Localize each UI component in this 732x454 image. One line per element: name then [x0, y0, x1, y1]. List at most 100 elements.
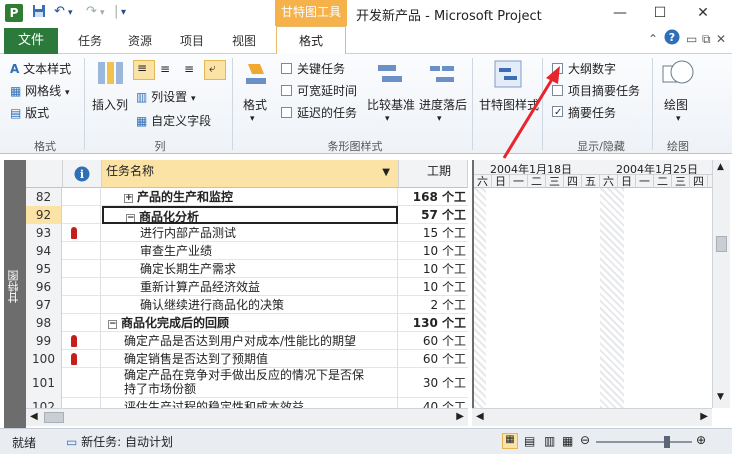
scrollbar-thumb[interactable] [44, 412, 64, 423]
row-number[interactable]: 94 [26, 242, 62, 260]
collapse-icon[interactable]: − [108, 320, 117, 329]
minimize-button[interactable]: — [600, 2, 640, 24]
scroll-right-icon[interactable]: ▶ [456, 411, 464, 422]
task-name-header[interactable]: 任务名称 ▼ [102, 160, 399, 188]
tab-project[interactable]: 项目 [180, 32, 204, 49]
undo-dropdown-icon[interactable]: ▾ [68, 8, 73, 18]
gantt-style-button[interactable]: 甘特图样式 [479, 96, 539, 113]
task-name-cell[interactable]: 确定产品在竞争对手做出反应的情况下是否保 持了市场份额 [102, 368, 398, 398]
tab-view[interactable]: 视图 [232, 32, 256, 49]
table-row[interactable]: 92− 商品化分析 57 个工 [26, 206, 468, 224]
row-number[interactable]: 96 [26, 278, 62, 296]
zoom-in-icon[interactable]: ⊕ [696, 433, 706, 447]
select-all-corner[interactable] [26, 160, 63, 188]
table-row[interactable]: 98 − 商品化完成后的回顾 130 个工 [26, 314, 468, 332]
chevron-down-icon[interactable]: ▾ [250, 114, 255, 124]
row-number[interactable]: 92 [26, 206, 62, 224]
team-planner-shortcut-icon[interactable]: ▥ [544, 434, 555, 448]
chevron-down-icon[interactable]: ▾ [385, 114, 390, 124]
zoom-out-icon[interactable]: ⊖ [580, 433, 590, 447]
close-document-icon[interactable]: ✕ [716, 32, 726, 46]
duration-cell[interactable]: 10 个工 [399, 278, 468, 296]
chevron-down-icon[interactable]: ▾ [437, 114, 442, 124]
align-left-button[interactable]: ≡ [133, 60, 155, 80]
new-task-mode-button[interactable]: ▭ 新任务: 自动计划 [66, 433, 173, 450]
resource-sheet-shortcut-icon[interactable]: ▦ [562, 434, 573, 448]
baseline-button[interactable]: 比较基准 [367, 96, 415, 113]
wrap-text-button[interactable]: ⤶ [204, 60, 226, 80]
vertical-scrollbar[interactable]: ▲ ▼ [712, 160, 730, 408]
row-number[interactable]: 98 [26, 314, 62, 332]
insert-column-icon[interactable] [96, 60, 124, 88]
outline-number-checkbox[interactable]: 大纲数字 [552, 60, 616, 77]
table-row[interactable]: 97 确认继续进行商品化的决策 2 个工 [26, 296, 468, 314]
align-center-icon[interactable]: ≡ [160, 62, 170, 76]
restore-down-icon[interactable]: ⧉ [702, 32, 711, 47]
text-styles-button[interactable]: A 文本样式 [10, 60, 71, 77]
help-icon[interactable]: ? [664, 29, 680, 48]
custom-fields-button[interactable]: ▦ 自定义字段 [136, 112, 211, 129]
duration-cell[interactable]: 168 个工 [399, 188, 468, 206]
slack-checkbox[interactable]: 可宽延时间 [281, 82, 357, 99]
critical-tasks-checkbox[interactable]: 关键任务 [281, 60, 345, 77]
slippage-icon[interactable] [428, 60, 456, 88]
resource-indicator-icon[interactable] [71, 335, 77, 347]
resource-indicator-icon[interactable] [71, 353, 77, 365]
task-name-cell[interactable]: 确定销售是否达到了预期值 [102, 350, 398, 368]
column-settings-button[interactable]: ▥ 列设置 ▾ [136, 88, 196, 105]
tab-resource[interactable]: 资源 [128, 32, 152, 49]
task-name-cell[interactable]: 确定长期生产需求 [102, 260, 398, 278]
row-number[interactable]: 82 [26, 188, 62, 206]
task-name-cell[interactable]: 确定产品是否达到用户对成本/性能比的期望 [102, 332, 398, 350]
row-number[interactable]: 100 [26, 350, 62, 368]
row-number[interactable]: 95 [26, 260, 62, 278]
table-row[interactable]: 93 进行内部产品测试 15 个工 [26, 224, 468, 242]
task-name-cell[interactable]: 重新计算产品经济效益 [102, 278, 398, 296]
late-tasks-checkbox[interactable]: 延迟的任务 [281, 104, 357, 121]
tab-file[interactable]: 文件 [4, 28, 58, 54]
table-row[interactable]: 96 重新计算产品经济效益 10 个工 [26, 278, 468, 296]
task-name-cell[interactable]: + 产品的生产和监控 [102, 188, 398, 206]
duration-cell[interactable]: 2 个工 [399, 296, 468, 314]
duration-cell[interactable]: 130 个工 [399, 314, 468, 332]
scroll-left-icon[interactable]: ◀ [476, 411, 484, 422]
row-number[interactable]: 93 [26, 224, 62, 242]
maximize-button[interactable]: ☐ [640, 2, 680, 24]
format-bar-icon[interactable] [242, 60, 270, 88]
table-row[interactable]: 94 审查生产业绩 10 个工 [26, 242, 468, 260]
save-icon[interactable] [32, 4, 46, 22]
task-name-cell[interactable]: − 商品化完成后的回顾 [102, 314, 398, 332]
tab-task[interactable]: 任务 [78, 32, 102, 49]
baseline-icon[interactable] [376, 60, 404, 88]
chevron-down-icon[interactable]: ▾ [676, 114, 681, 124]
resource-indicator-icon[interactable] [71, 227, 77, 239]
task-name-cell[interactable]: 审查生产业绩 [102, 242, 398, 260]
close-button[interactable]: ✕ [683, 2, 723, 24]
summary-tasks-checkbox[interactable]: 摘要任务 [552, 104, 616, 121]
project-summary-checkbox[interactable]: 项目摘要任务 [552, 82, 640, 99]
table-horizontal-scrollbar[interactable]: ◀ ▶ [26, 408, 468, 426]
gantt-horizontal-scrollbar[interactable]: ◀ ▶ [472, 408, 712, 426]
filter-dropdown-icon[interactable]: ▼ [382, 167, 390, 178]
collapse-icon[interactable]: − [126, 214, 135, 222]
gantt-view-shortcut[interactable]: ▦ [502, 433, 518, 449]
insert-column-button[interactable]: 插入列 [92, 96, 128, 113]
duration-cell[interactable]: 10 个工 [399, 242, 468, 260]
duration-cell[interactable]: 10 个工 [399, 260, 468, 278]
scroll-down-icon[interactable]: ▼ [717, 392, 724, 402]
drawing-icon[interactable] [662, 58, 694, 90]
table-row[interactable]: 101 确定产品在竞争对手做出反应的情况下是否保 持了市场份额 30 个工 [26, 368, 468, 398]
row-number[interactable]: 99 [26, 332, 62, 350]
layout-button[interactable]: ▤ 版式 [10, 104, 49, 121]
table-row[interactable]: 99 确定产品是否达到用户对成本/性能比的期望 60 个工 [26, 332, 468, 350]
zoom-slider-thumb[interactable] [664, 436, 670, 448]
duration-cell[interactable]: 15 个工 [399, 224, 468, 242]
indicators-header[interactable]: i [63, 160, 102, 188]
tab-format[interactable]: 格式 [276, 26, 346, 55]
slippage-button[interactable]: 进度落后 [419, 96, 467, 113]
align-right-icon[interactable]: ≡ [184, 62, 194, 76]
duration-cell[interactable]: 60 个工 [399, 332, 468, 350]
redo-dropdown-icon[interactable]: ▾ [100, 8, 105, 18]
row-number[interactable]: 101 [26, 368, 62, 398]
task-name-cell[interactable]: 确认继续进行商品化的决策 [102, 296, 398, 314]
